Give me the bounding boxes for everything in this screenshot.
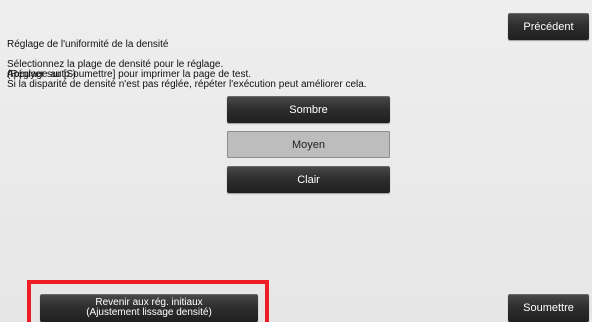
reset-defaults-button[interactable]: Revenir aux rég. initiaux (Ajustement li… bbox=[40, 294, 258, 322]
density-dark-button[interactable]: Sombre bbox=[227, 96, 390, 123]
density-light-button[interactable]: Clair bbox=[227, 166, 390, 193]
instructions: Sélectionnez la plage de densité pour le… bbox=[7, 60, 367, 90]
reset-button-line2: (Ajustement lissage densité) bbox=[86, 307, 212, 318]
density-medium-button[interactable]: Moyen bbox=[227, 131, 390, 158]
density-uniformity-screen: Réglage de l'uniformité de la densité (R… bbox=[0, 0, 592, 322]
back-button[interactable]: Précédent bbox=[508, 13, 589, 40]
instruction-line3: Si la disparité de densité n'est pas rég… bbox=[7, 79, 367, 90]
page-title-line1: Réglage de l'uniformité de la densité bbox=[7, 39, 169, 50]
submit-button[interactable]: Soumettre bbox=[508, 294, 589, 322]
